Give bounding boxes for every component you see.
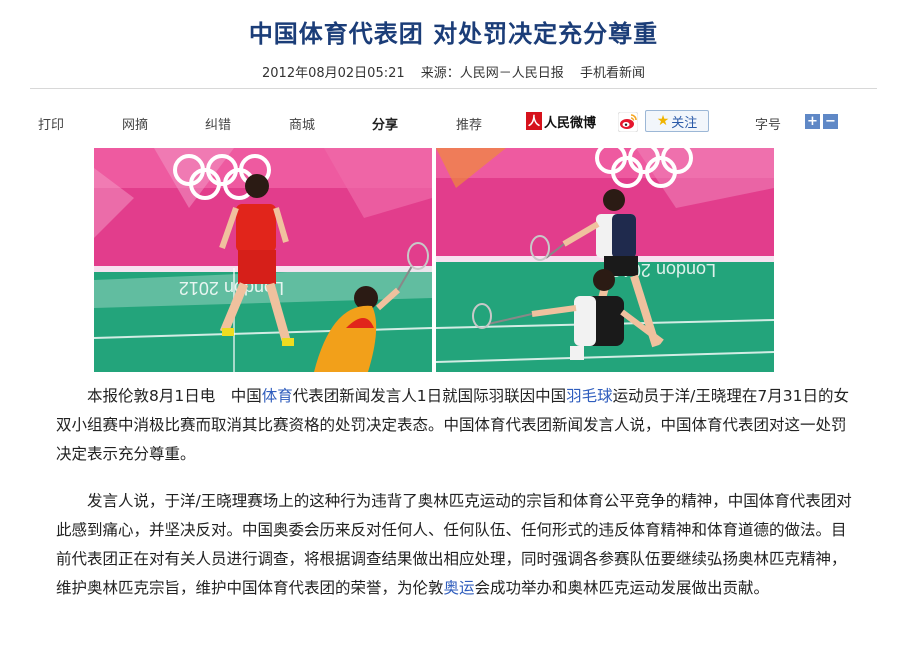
share-link[interactable]: 分享 xyxy=(372,114,398,133)
follow-button[interactable]: ★ 关注 xyxy=(645,110,709,132)
photo-korea-players: London 2012 xyxy=(436,148,774,372)
article-meta: 2012年08月02日05:21 来源：人民网－人民日报 手机看新闻 xyxy=(0,62,907,81)
mobile-news-link[interactable]: 手机看新闻 xyxy=(580,66,645,81)
wangzhai-link[interactable]: 网摘 xyxy=(122,114,148,133)
publish-datetime: 2012年08月02日05:21 xyxy=(262,66,405,81)
print-link[interactable]: 打印 xyxy=(38,114,64,133)
people-weibo-button[interactable]: 人 人民微博 xyxy=(526,110,596,132)
article-source: 来源：人民网－人民日报 xyxy=(420,66,564,81)
link-olympics[interactable]: 奥运 xyxy=(444,579,475,597)
people-weibo-icon: 人 xyxy=(526,112,542,130)
paragraph-text: 会成功举办和奥林匹克运动发展做出贡献。 xyxy=(474,579,770,597)
people-weibo-label: 人民微博 xyxy=(544,115,597,131)
shangcheng-link[interactable]: 商城 xyxy=(289,114,315,133)
paragraph-text: 代表团新闻发言人1日就国际羽联因中国 xyxy=(292,387,567,405)
paragraph-text: 本报伦敦8月1日电 中国 xyxy=(87,387,262,405)
font-increase-button[interactable]: + xyxy=(805,114,820,129)
photo-china-players: London 2012 xyxy=(94,148,432,372)
link-badminton[interactable]: 羽毛球 xyxy=(566,387,613,405)
font-decrease-button[interactable]: − xyxy=(823,114,838,129)
article-body: 本报伦敦8月1日电 中国体育代表团新闻发言人1日就国际羽联因中国羽毛球运动员于洋… xyxy=(56,382,856,603)
article-title: 中国体育代表团 对处罚决定充分尊重 xyxy=(248,20,659,48)
jiucuo-link[interactable]: 纠错 xyxy=(205,114,231,133)
star-icon: ★ xyxy=(656,113,670,129)
article-paragraph: 本报伦敦8月1日电 中国体育代表团新闻发言人1日就国际羽联因中国羽毛球运动员于洋… xyxy=(56,382,856,469)
link-tiyu[interactable]: 体育 xyxy=(262,387,293,405)
header-divider xyxy=(30,88,877,89)
article-paragraph: 发言人说，于洋/王晓理赛场上的这种行为违背了奥林匹克运动的宗旨和体育公平竞争的精… xyxy=(56,487,856,603)
font-size-label: 字号 xyxy=(755,118,782,133)
follow-label: 关注 xyxy=(671,115,698,131)
recommend-link[interactable]: 推荐 xyxy=(456,114,482,133)
sina-weibo-icon[interactable] xyxy=(618,112,638,132)
article-toolbar: 打印 网摘 纠错 商城 分享 推荐 人 人民微博 ★ 关注 字号 + − xyxy=(38,110,868,136)
article-photos: London 2012 London 2012 xyxy=(94,148,774,372)
